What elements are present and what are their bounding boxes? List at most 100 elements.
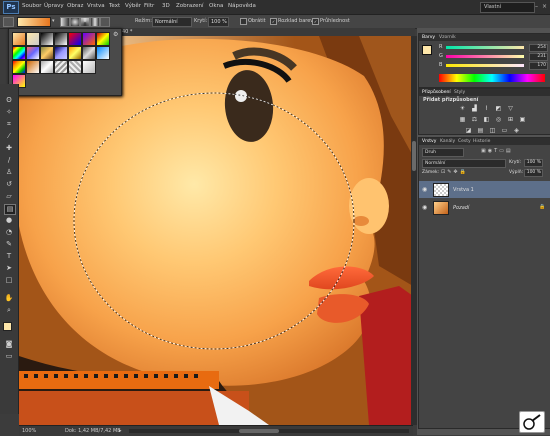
foreground-color-swatch[interactable] [3, 322, 12, 331]
lasso-icon[interactable]: ʘ [4, 96, 14, 105]
menu-select[interactable]: Výběr [125, 3, 141, 9]
history-brush-icon[interactable]: ↺ [4, 180, 14, 189]
transparency-checkbox[interactable]: ✓ [312, 18, 319, 25]
layer-name[interactable]: Vrstva 1 [453, 187, 474, 193]
gradient-swatch[interactable] [26, 32, 40, 46]
layer-row[interactable]: ◉ Vrstva 1 [419, 181, 550, 198]
tab-styles[interactable]: Styly [454, 90, 465, 95]
color-balance-icon[interactable]: ⚖ [471, 116, 478, 123]
gradient-swatch[interactable] [96, 32, 110, 46]
layer-opacity-input[interactable]: 100 % [524, 159, 543, 167]
layer-row[interactable]: ◉ Pozadí 🔒 [419, 199, 550, 216]
tab-adjustments[interactable]: Přizpůsobení [422, 90, 451, 95]
exposure-icon[interactable]: ◩ [495, 105, 502, 112]
hue-saturation-icon[interactable]: ▦ [459, 116, 466, 123]
screen-mode-icon[interactable]: ▭ [4, 352, 14, 361]
brightness-icon[interactable]: ☀ [459, 105, 466, 112]
color-spectrum-bar[interactable] [439, 74, 545, 82]
path-selection-icon[interactable]: ➤ [4, 264, 14, 273]
gradient-swatch[interactable] [40, 60, 54, 74]
crop-icon[interactable]: ⌗ [4, 120, 14, 129]
tab-channels[interactable]: Kanály [440, 139, 455, 144]
zoom-level[interactable]: 100% [22, 428, 36, 434]
threshold-icon[interactable]: ◫ [489, 127, 496, 134]
gradient-swatch[interactable] [54, 32, 68, 46]
brush-icon[interactable]: / [4, 156, 14, 165]
chevron-down-icon[interactable]: ▾ [52, 18, 55, 24]
gradient-swatch[interactable] [68, 32, 82, 46]
gradient-swatch[interactable] [54, 60, 68, 74]
vibrance-icon[interactable]: ▽ [507, 105, 514, 112]
gradient-swatch[interactable] [26, 60, 40, 74]
eye-icon[interactable]: ◉ [422, 204, 427, 211]
green-slider[interactable] [446, 55, 524, 58]
minimize-icon[interactable]: – [533, 2, 540, 11]
canvas-horizontal-scrollbar[interactable] [129, 429, 409, 433]
eye-icon[interactable]: ◉ [422, 186, 427, 193]
green-value[interactable]: 231 [529, 53, 548, 61]
menu-type[interactable]: Text [109, 3, 120, 9]
gradient-swatch[interactable] [40, 32, 54, 46]
gradient-swatch[interactable] [68, 46, 82, 60]
radial-gradient-icon[interactable] [70, 17, 80, 27]
menu-window[interactable]: Okna [209, 3, 223, 9]
gradient-swatch[interactable] [82, 32, 96, 46]
layer-filter-icons[interactable]: ▣◉T▭▤ [481, 148, 513, 154]
posterize-icon[interactable]: ▤ [477, 127, 484, 134]
quick-mask-icon[interactable]: ◙ [4, 340, 14, 349]
magic-wand-icon[interactable]: ✧ [4, 108, 14, 117]
hand-icon[interactable]: ✋ [4, 294, 14, 303]
diamond-gradient-icon[interactable] [100, 17, 110, 27]
healing-brush-icon[interactable]: ✚ [4, 144, 14, 153]
fill-input[interactable]: 100 % [524, 169, 543, 177]
layer-name[interactable]: Pozadí [453, 205, 469, 211]
pen-icon[interactable]: ✎ [4, 240, 14, 249]
gradient-picker-popup[interactable]: ⚙ [8, 28, 122, 96]
menu-help[interactable]: Nápověda [228, 3, 256, 9]
gradient-swatch[interactable] [68, 60, 82, 74]
gradient-swatch[interactable] [26, 46, 40, 60]
channel-mixer-icon[interactable]: ⊞ [507, 116, 514, 123]
type-icon[interactable]: T [4, 252, 14, 261]
red-slider[interactable] [446, 46, 524, 49]
tab-history[interactable]: Historie [473, 139, 490, 144]
close-icon[interactable]: × [541, 2, 548, 11]
gradient-tool-icon[interactable] [3, 17, 14, 27]
clone-stamp-icon[interactable]: ♙ [4, 168, 14, 177]
reflected-gradient-icon[interactable] [90, 17, 100, 27]
gradient-preview[interactable] [17, 17, 51, 27]
menu-3d[interactable]: 3D [162, 3, 170, 9]
gradient-swatch[interactable] [40, 46, 54, 60]
photo-filter-icon[interactable]: ◎ [495, 116, 502, 123]
blue-slider[interactable] [446, 64, 524, 67]
gradient-swatch[interactable] [12, 60, 26, 74]
blue-value[interactable]: 170 [529, 62, 548, 70]
blend-mode-select[interactable]: Normální [422, 159, 506, 168]
eyedropper-icon[interactable]: ⁄ [4, 132, 14, 141]
gradient-swatch[interactable] [12, 32, 26, 46]
reverse-checkbox[interactable] [240, 18, 247, 25]
levels-icon[interactable]: ▟ [471, 105, 478, 112]
menu-filter[interactable]: Filtr [144, 3, 154, 9]
opacity-input[interactable]: 100 % [208, 17, 229, 27]
dodge-icon[interactable]: ◔ [4, 228, 14, 237]
tab-layers[interactable]: Vrstvy [422, 139, 436, 144]
zoom-icon[interactable]: ⌕ [4, 306, 14, 315]
curves-icon[interactable]: ⌇ [483, 105, 490, 112]
blur-icon[interactable]: ● [4, 216, 14, 225]
eraser-icon[interactable]: ▱ [4, 192, 14, 201]
angle-gradient-icon[interactable] [80, 17, 90, 27]
menu-layer[interactable]: Vrstva [87, 3, 105, 9]
menu-file[interactable]: Soubor [22, 3, 41, 9]
rectangle-icon[interactable]: □ [4, 276, 14, 285]
menu-edit[interactable]: Úpravy [44, 3, 64, 9]
red-value[interactable]: 254 [529, 44, 548, 52]
tab-color[interactable]: Barvy [422, 35, 435, 40]
color-lookup-icon[interactable]: ▣ [519, 116, 526, 123]
gradient-swatch[interactable] [82, 60, 96, 74]
gradient-tool-icon[interactable]: ▤ [4, 204, 16, 215]
linear-gradient-icon[interactable] [60, 17, 70, 27]
lock-icons[interactable]: ⊡✎✥🔒 [441, 169, 468, 175]
gear-icon[interactable]: ⚙ [113, 31, 118, 38]
dither-checkbox[interactable]: ✓ [270, 18, 277, 25]
